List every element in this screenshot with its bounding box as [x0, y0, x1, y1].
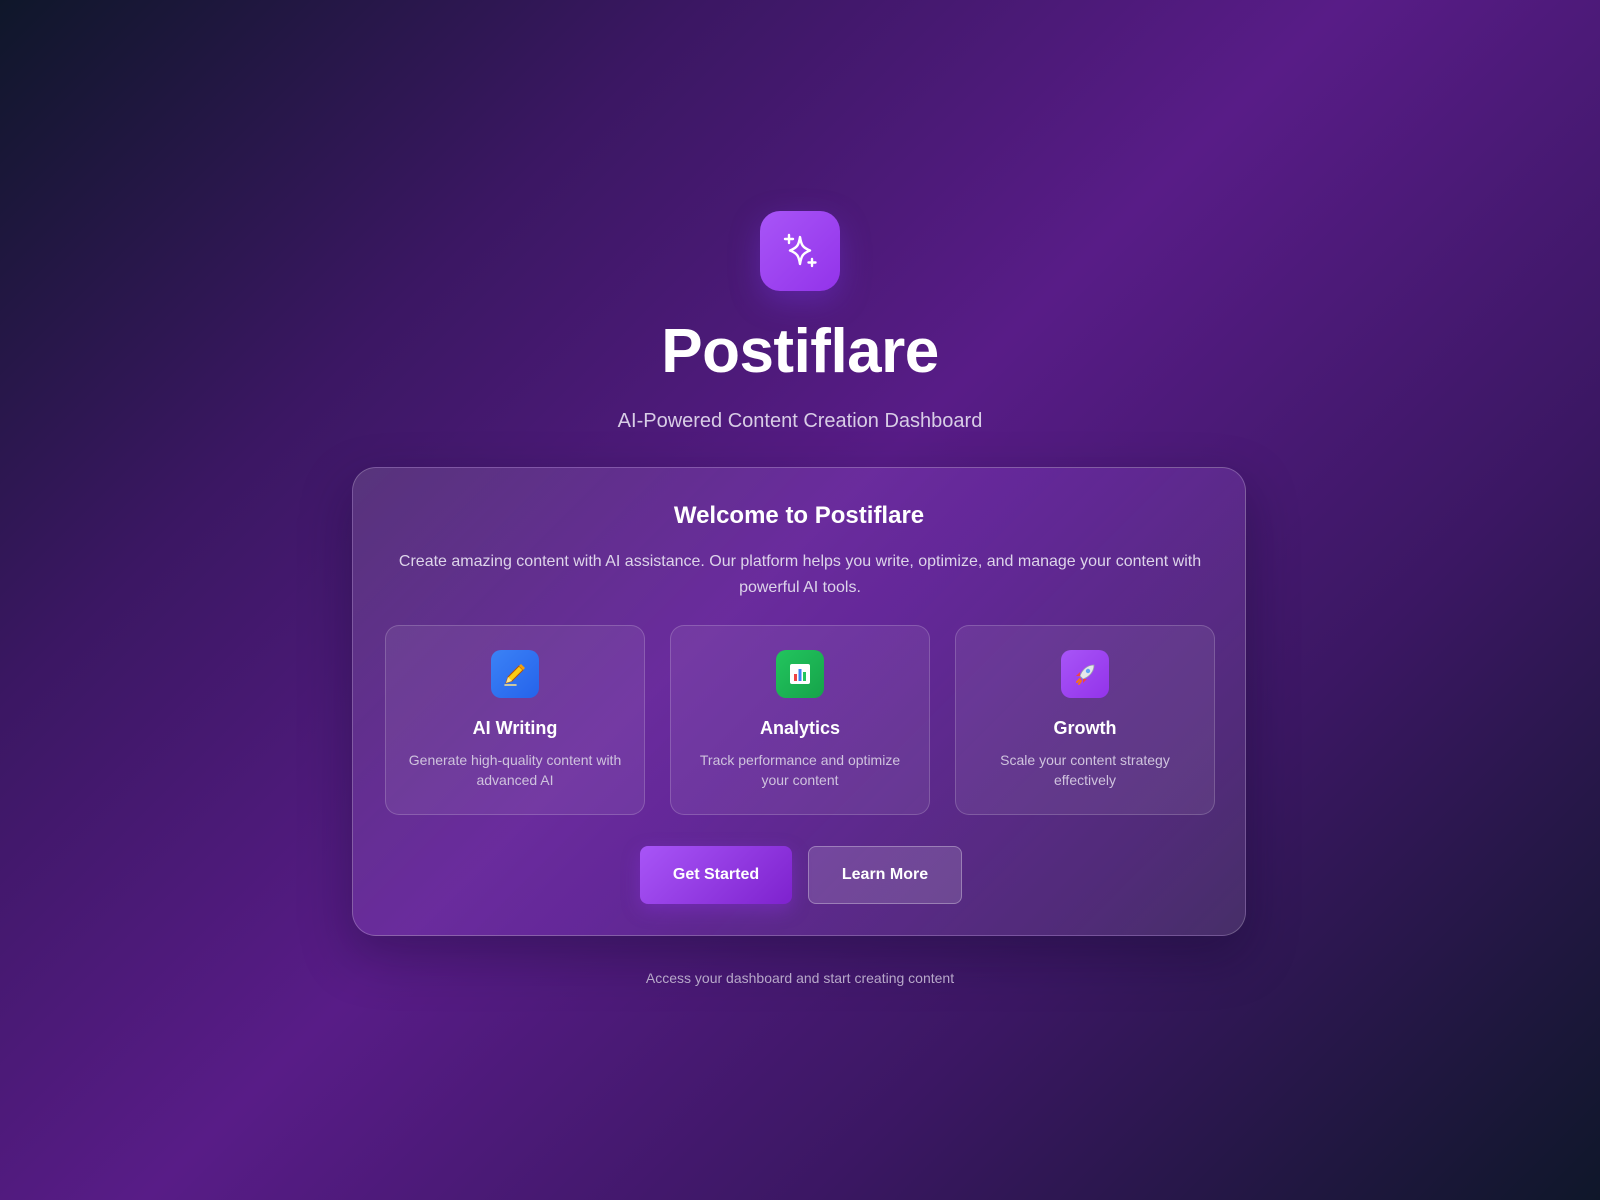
feature-description: Generate high-quality content with advan… [408, 752, 622, 788]
app-title: Postiflare [661, 317, 939, 386]
feature-card-growth: Growth Scale your content strategy effec… [955, 625, 1215, 815]
welcome-card: Welcome to Postiflare Create amazing con… [352, 467, 1246, 936]
feature-card-analytics: Analytics Track performance and optimize… [670, 625, 930, 815]
bar-chart-icon [776, 650, 824, 698]
learn-more-button[interactable]: Learn More [808, 846, 962, 904]
sparkles-icon [780, 231, 820, 271]
welcome-description: Create amazing content with AI assistanc… [398, 553, 1202, 596]
feature-description: Track performance and optimize your cont… [699, 752, 901, 788]
app-logo [760, 211, 840, 291]
writing-hand-icon [491, 650, 539, 698]
feature-description: Scale your content strategy effectively [1000, 752, 1170, 788]
rocket-icon [1061, 650, 1109, 698]
landing-page: Postiflare AI-Powered Content Creation D… [0, 0, 1600, 1200]
feature-title: Growth [1053, 718, 1117, 738]
feature-title: AI Writing [472, 718, 558, 738]
feature-title: Analytics [759, 718, 841, 738]
feature-card-ai-writing: AI Writing Generate high-quality content… [385, 625, 645, 815]
feature-list: AI Writing Generate high-quality content… [385, 625, 1215, 815]
welcome-title: Welcome to Postiflare [673, 502, 925, 529]
get-started-button[interactable]: Get Started [640, 846, 792, 904]
footer-note: Access your dashboard and start creating… [645, 970, 955, 986]
app-tagline: AI-Powered Content Creation Dashboard [617, 410, 983, 432]
